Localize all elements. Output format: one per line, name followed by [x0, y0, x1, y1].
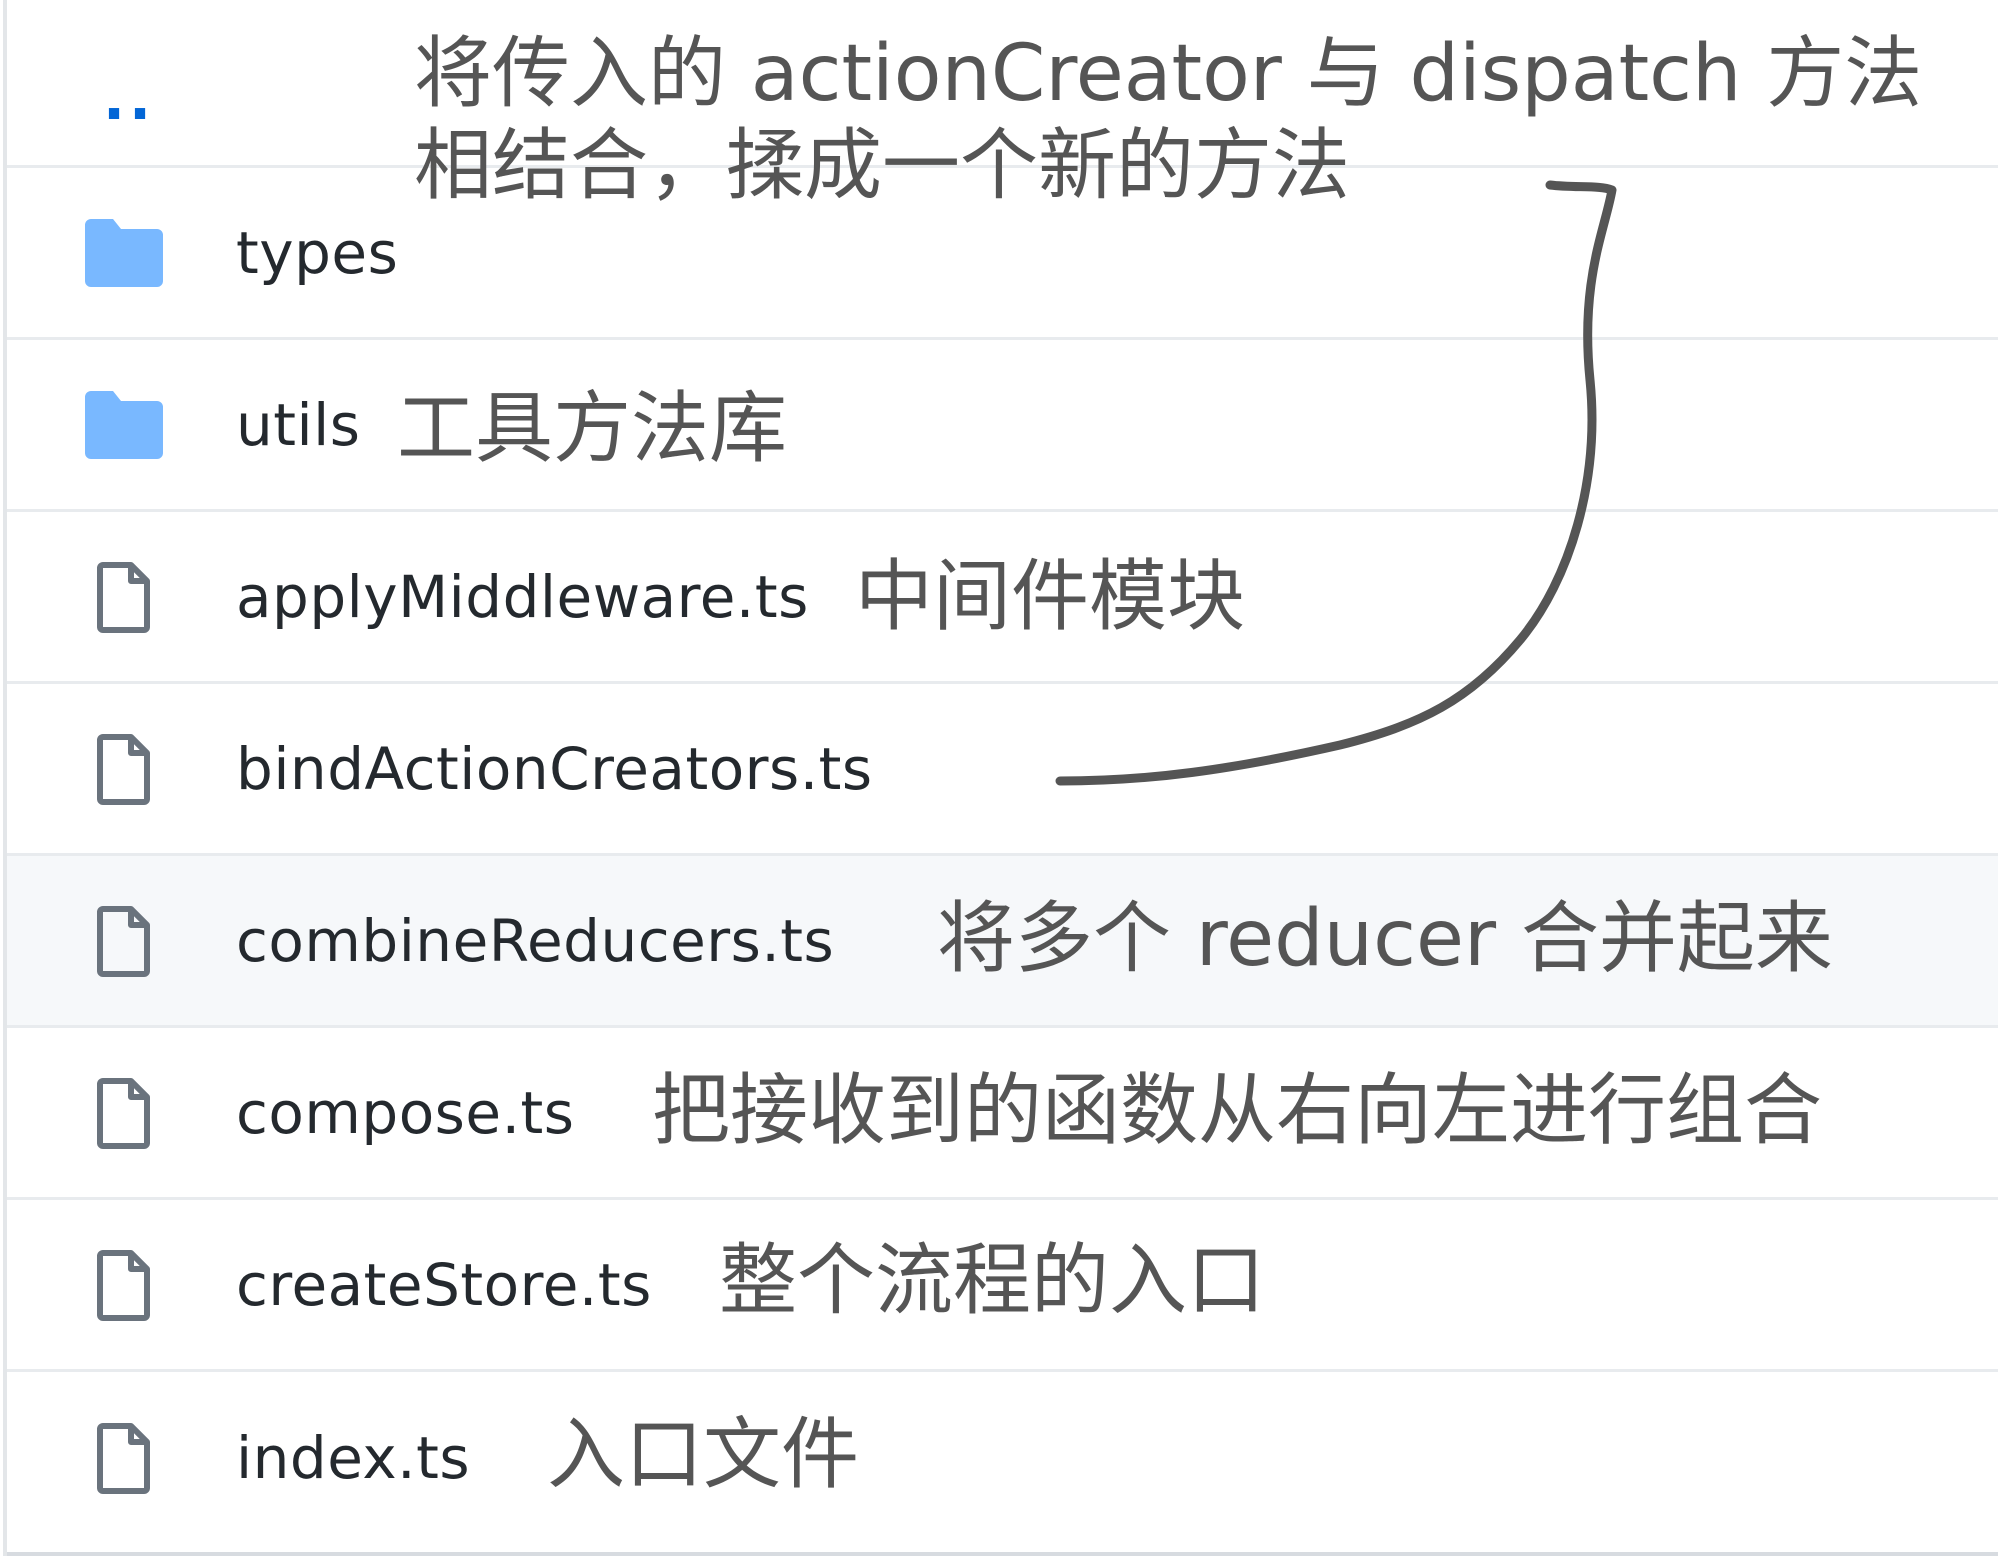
file-row-combinereducers[interactable]: combineReducers.ts 将多个 reducer 合并起来 [7, 856, 1998, 1028]
folder-icon [83, 217, 165, 289]
file-name[interactable]: index.ts [236, 1424, 470, 1492]
annotation-top-line1: 将传入的 actionCreator 与 dispatch 方法 [414, 29, 1923, 119]
file-icon [83, 1249, 165, 1321]
file-browser: .. types utils 工具方法库 applyMiddleware.ts … [3, 0, 1998, 1556]
file-name[interactable]: createStore.ts [236, 1251, 652, 1319]
file-name[interactable]: compose.ts [236, 1079, 574, 1147]
file-icon [83, 905, 165, 977]
folder-icon [83, 389, 165, 461]
file-row-compose[interactable]: compose.ts 把接收到的函数从右向左进行组合 [7, 1028, 1998, 1200]
file-row-utils[interactable]: utils 工具方法库 [7, 340, 1998, 512]
file-name[interactable]: types [236, 219, 398, 287]
annotation-note: 把接收到的函数从右向左进行组合 [652, 1066, 1823, 1156]
file-name[interactable]: bindActionCreators.ts [236, 735, 873, 803]
file-row-createstore[interactable]: createStore.ts 整个流程的入口 [7, 1200, 1998, 1372]
annotation-top: 将传入的 actionCreator 与 dispatch 方法 相结合，揉成一… [414, 28, 1922, 212]
annotation-top-line2: 相结合，揉成一个新的方法 [414, 121, 1351, 211]
annotation-note: 中间件模块 [855, 552, 1246, 642]
annotation-note: 整个流程的入口 [719, 1236, 1266, 1326]
file-icon [83, 1077, 165, 1149]
file-row-index[interactable]: index.ts 入口文件 [7, 1372, 1998, 1556]
file-icon [83, 733, 165, 805]
annotation-note: 入口文件 [547, 1410, 860, 1500]
file-name[interactable]: applyMiddleware.ts [236, 563, 809, 631]
file-icon [83, 1422, 165, 1494]
file-name[interactable]: utils [236, 391, 360, 459]
annotation-note: 将多个 reducer 合并起来 [937, 894, 1833, 984]
parent-directory-link[interactable]: .. [103, 70, 155, 128]
file-icon [83, 561, 165, 633]
file-name[interactable]: combineReducers.ts [236, 907, 834, 975]
file-row-bindactioncreators[interactable]: bindActionCreators.ts [7, 684, 1998, 856]
annotation-note: 工具方法库 [397, 384, 788, 474]
file-row-applymiddleware[interactable]: applyMiddleware.ts 中间件模块 [7, 512, 1998, 684]
